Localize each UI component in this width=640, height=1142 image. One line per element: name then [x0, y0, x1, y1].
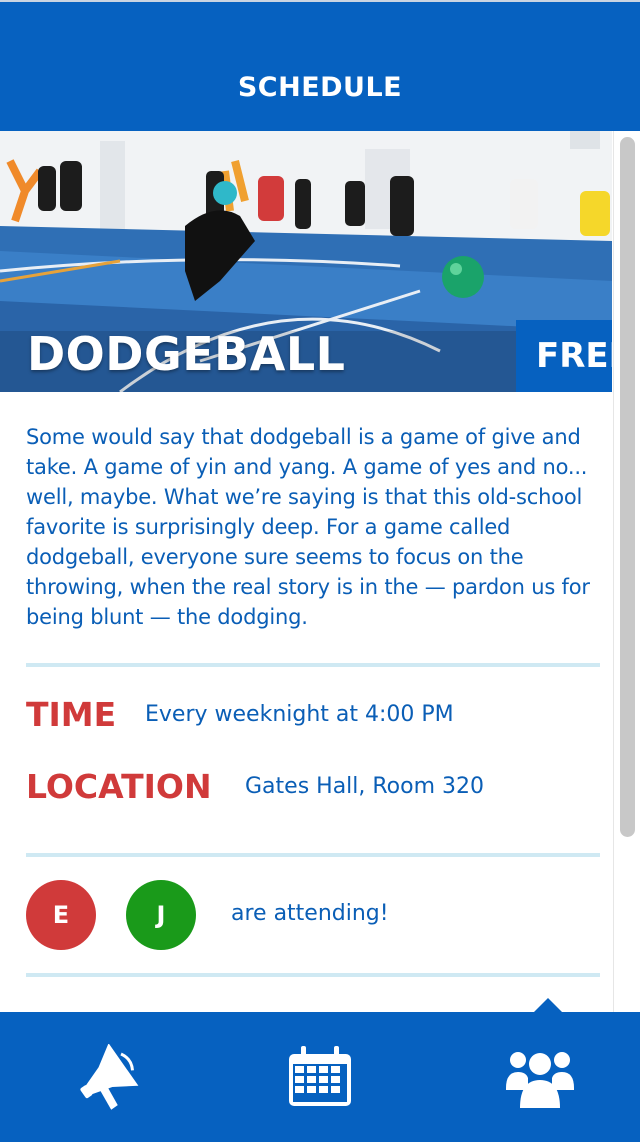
- location-value: Gates Hall, Room 320: [245, 774, 485, 799]
- nav-schedule-button[interactable]: [213, 1012, 426, 1142]
- page-title: SCHEDULE: [237, 72, 403, 103]
- price-badge: FREE: [516, 320, 612, 392]
- attendee-avatar[interactable]: J: [126, 880, 196, 950]
- time-label: TIME: [26, 695, 117, 734]
- attending-text: are attending!: [231, 901, 389, 926]
- event-title: DODGEBALL: [27, 327, 346, 381]
- event-description: Some would say that dodgeball is a game …: [26, 425, 590, 629]
- group-icon: [506, 1052, 574, 1108]
- scrollbar-thumb[interactable]: [620, 137, 635, 837]
- calendar-icon: [289, 1046, 351, 1106]
- divider: [26, 973, 600, 977]
- bottom-nav: [0, 1012, 640, 1142]
- divider: [26, 663, 600, 667]
- time-value: Every weeknight at 4:00 PM: [145, 702, 454, 727]
- event-hero-image: DODGEBALL FREE: [0, 131, 612, 392]
- megaphone-icon: [80, 1044, 139, 1110]
- attendee-avatar[interactable]: E: [26, 880, 96, 950]
- location-label: LOCATION: [26, 767, 212, 806]
- app-header: SCHEDULE: [0, 0, 640, 131]
- nav-attendees-button[interactable]: [426, 1012, 639, 1142]
- divider: [26, 853, 600, 857]
- active-tab-indicator: [534, 998, 562, 1012]
- nav-announcements-button[interactable]: [0, 1012, 213, 1142]
- event-detail-scroll[interactable]: DODGEBALL FREE Some would say that dodge…: [0, 131, 640, 1012]
